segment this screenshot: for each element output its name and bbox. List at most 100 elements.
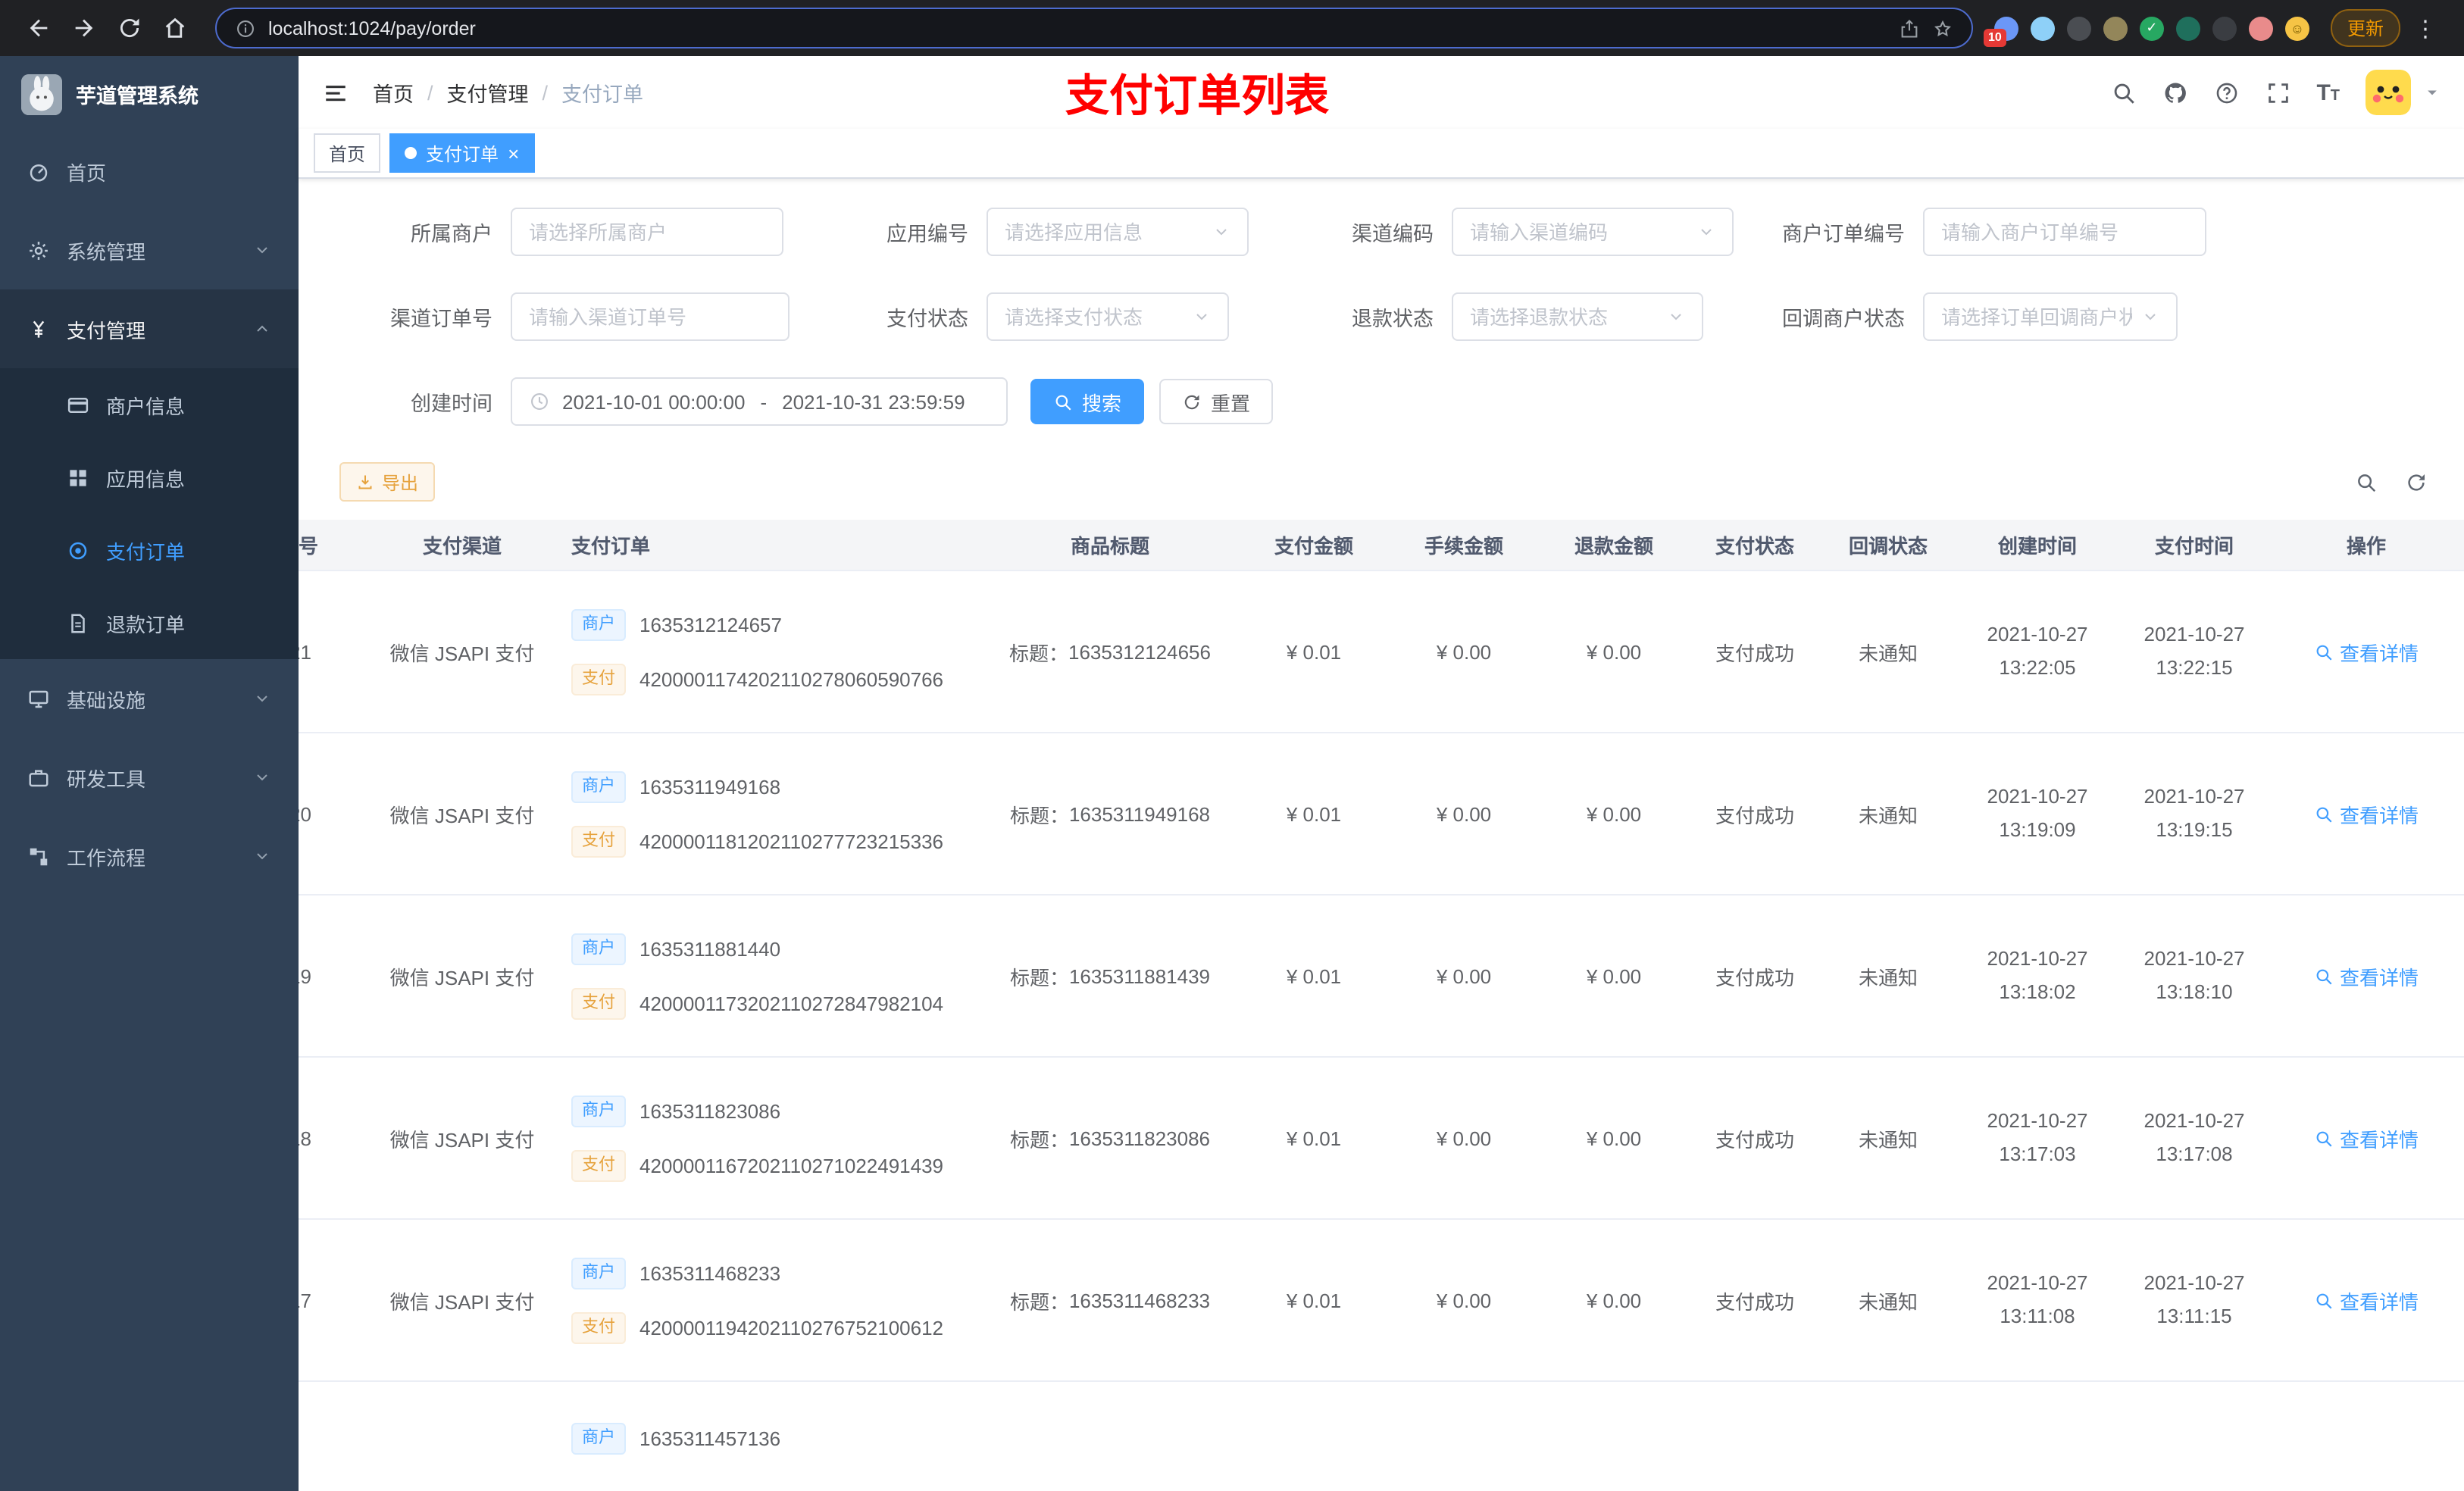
callback-status-select[interactable] xyxy=(1941,305,2132,328)
extension-icon[interactable] xyxy=(2248,16,2273,40)
col-create-time: 创建时间 xyxy=(1997,535,2077,558)
channel-order-no-input[interactable] xyxy=(529,305,771,328)
profile-avatar-icon[interactable]: ☺ xyxy=(2284,16,2309,40)
reset-button[interactable]: 重置 xyxy=(1159,379,1274,424)
table-search-icon[interactable] xyxy=(2355,470,2378,493)
github-icon[interactable] xyxy=(2162,80,2187,105)
address-bar[interactable]: localhost:1024/pay/order xyxy=(215,8,1973,48)
view-detail-link[interactable]: 查看详情 xyxy=(2314,799,2419,828)
update-button[interactable]: 更新 xyxy=(2330,9,2400,47)
table-toolbar: 导出 xyxy=(299,462,2464,502)
merchant-badge: 商户 xyxy=(571,1095,626,1127)
merchant-order-no: 1635311457136 xyxy=(639,1427,781,1450)
table-refresh-icon[interactable] xyxy=(2405,470,2428,493)
sidebar-item-app-info[interactable]: 应用信息 xyxy=(0,441,299,514)
cell-channel: 微信 JSAPI 支付 xyxy=(389,804,535,827)
cell-amount: ¥ 0.01 xyxy=(1286,964,1342,987)
filter-app-no: 应用编号 xyxy=(783,208,1249,256)
sidebar-menu: 首页 系统管理 支付管理 商户信息 应用信息 支付订单 退款订单 基础设施 研发… xyxy=(0,132,299,1491)
tag-tabs-bar: 首页 支付订单 × xyxy=(299,129,2464,179)
pay-order-no: 4200001174202110278060590766 xyxy=(639,667,944,690)
forward-button[interactable] xyxy=(64,8,103,48)
cell-order: 商户 1635312124657 支付 4200001174202110278060… xyxy=(556,608,943,695)
view-detail-link[interactable]: 查看详情 xyxy=(2314,1124,2419,1152)
view-detail-link[interactable]: 查看详情 xyxy=(2314,637,2419,666)
breadcrumb-payment[interactable]: 支付管理 xyxy=(447,77,529,108)
font-size-icon[interactable]: TT xyxy=(2316,80,2340,105)
sidebar-item-dev-tools[interactable]: 研发工具 xyxy=(0,738,299,817)
channel-code-select[interactable] xyxy=(1470,220,1688,243)
extension-icon[interactable] xyxy=(2030,16,2055,40)
view-detail-link[interactable]: 查看详情 xyxy=(2314,961,2419,990)
chevron-down-icon xyxy=(1667,308,1685,326)
col-notify: 回调状态 xyxy=(1848,535,1928,558)
sidebar-item-refund-order[interactable]: 退款订单 xyxy=(0,586,299,659)
tab-home[interactable]: 首页 xyxy=(314,133,381,173)
sidebar-item-home[interactable]: 首页 xyxy=(0,132,299,211)
document-icon xyxy=(67,611,89,634)
cell-id: 20 xyxy=(299,802,311,825)
sidebar-item-pay-order[interactable]: 支付订单 xyxy=(0,514,299,586)
refund-status-select[interactable] xyxy=(1470,305,1658,328)
cell-fee: ¥ 0.00 xyxy=(1436,964,1492,987)
pay-status-select[interactable] xyxy=(1005,305,1184,328)
extension-icon[interactable] xyxy=(2103,16,2128,40)
avatar-caret-icon[interactable] xyxy=(2425,85,2440,100)
refresh-icon xyxy=(1182,392,1202,411)
merchant-badge: 商户 xyxy=(571,608,626,640)
cell-pay-time: 2021-10-27 13:17:08 xyxy=(2143,1108,2245,1165)
payment-order-table: 编号 支付渠道 支付订单 商品标题 支付金额 手续金额 退款金额 支付状态 回调… xyxy=(299,520,2464,1489)
sidebar-item-workflow[interactable]: 工作流程 xyxy=(0,817,299,896)
tab-pay-order[interactable]: 支付订单 × xyxy=(389,133,535,173)
site-info-icon[interactable] xyxy=(235,17,256,39)
pay-badge: 支付 xyxy=(571,1311,626,1343)
extension-icon[interactable] xyxy=(2175,16,2200,40)
breadcrumb-separator: / xyxy=(542,81,549,104)
back-button[interactable] xyxy=(18,8,58,48)
view-detail-link[interactable]: 查看详情 xyxy=(2314,1286,2419,1314)
merchant-order-no-input[interactable] xyxy=(1941,220,2188,243)
sidebar-item-merchant-info[interactable]: 商户信息 xyxy=(0,368,299,441)
sidebar-item-infrastructure[interactable]: 基础设施 xyxy=(0,659,299,738)
url-text: localhost:1024/pay/order xyxy=(268,17,476,39)
help-icon[interactable] xyxy=(2213,80,2239,105)
target-icon xyxy=(67,539,89,561)
merchant-order-no: 1635311881440 xyxy=(639,937,781,960)
sidebar-toggle-icon[interactable] xyxy=(299,56,373,129)
sidebar-item-payment[interactable]: 支付管理 xyxy=(0,289,299,368)
extension-icon[interactable]: ✓ xyxy=(2139,16,2164,40)
cell-id: 18 xyxy=(299,1127,311,1149)
sidebar-item-system[interactable]: 系统管理 xyxy=(0,211,299,289)
user-avatar[interactable] xyxy=(2366,70,2411,115)
extension-icon[interactable] xyxy=(2212,16,2237,40)
filter-refund-status: 退款状态 xyxy=(1229,292,1703,341)
cell-status: 支付成功 xyxy=(1715,966,1794,989)
filter-row: 渠道订单号 支付状态 退款状态 回调商户状态 xyxy=(299,292,2464,341)
filter-row: 所属商户 应用编号 渠道编码 商户订单编号 xyxy=(299,208,2464,256)
search-button[interactable]: 搜索 xyxy=(1030,379,1145,424)
cell-status: 支付成功 xyxy=(1715,804,1794,827)
toolbox-icon xyxy=(27,766,50,789)
filter-pay-status: 支付状态 xyxy=(790,292,1229,341)
share-icon[interactable] xyxy=(1899,17,1920,39)
close-icon[interactable]: × xyxy=(508,143,519,163)
export-button[interactable]: 导出 xyxy=(339,462,436,502)
cell-amount: ¥ 0.01 xyxy=(1286,640,1342,663)
extension-icon[interactable] xyxy=(2066,16,2091,40)
browser-menu-icon[interactable]: ⋮ xyxy=(2406,14,2446,42)
gear-icon xyxy=(27,239,50,261)
cell-refund: ¥ 0.00 xyxy=(1586,802,1642,825)
breadcrumb-home[interactable]: 首页 xyxy=(373,77,414,108)
app-no-select[interactable] xyxy=(1005,220,1203,243)
bookmark-star-icon[interactable] xyxy=(1932,17,1953,39)
search-icon[interactable] xyxy=(2110,80,2136,105)
fullscreen-icon[interactable] xyxy=(2265,80,2290,105)
home-button[interactable] xyxy=(155,8,194,48)
extension-icon[interactable]: 10 xyxy=(1983,16,2018,46)
cell-refund: ¥ 0.00 xyxy=(1586,964,1642,987)
date-range-picker[interactable]: 2021-10-01 00:00:00 - 2021-10-31 23:59:5… xyxy=(511,377,1008,426)
merchant-input[interactable] xyxy=(529,220,765,243)
reload-button[interactable] xyxy=(109,8,149,48)
merchant-order-no: 1635311949168 xyxy=(639,775,781,798)
cell-order: 商户 1635311949168 支付 4200001181202110277723… xyxy=(556,771,943,857)
